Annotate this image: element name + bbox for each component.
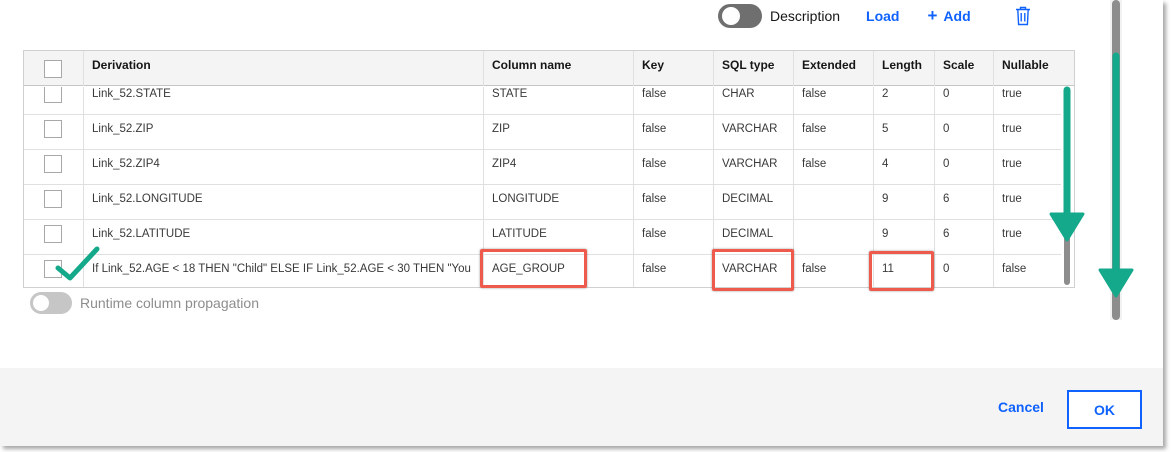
- extended-cell[interactable]: false: [794, 255, 874, 287]
- row-checkbox[interactable]: [44, 155, 62, 173]
- column-name-cell[interactable]: ZIP: [484, 115, 634, 149]
- key-cell[interactable]: false: [634, 220, 714, 254]
- load-button[interactable]: Load: [866, 8, 899, 24]
- header-nullable[interactable]: Nullable: [994, 51, 1074, 86]
- derivation-cell[interactable]: If Link_52.AGE < 18 THEN "Child" ELSE IF…: [84, 255, 484, 287]
- nullable-cell[interactable]: true: [994, 87, 1061, 114]
- scale-cell[interactable]: 0: [935, 115, 994, 149]
- description-label: Description: [770, 8, 841, 24]
- runtime-propagation-label: Runtime column propagation: [80, 295, 259, 311]
- length-cell[interactable]: 5: [874, 115, 935, 149]
- table-header: Derivation Column name Key SQL type Exte…: [24, 51, 1074, 86]
- header-extended[interactable]: Extended: [794, 51, 874, 86]
- scale-cell[interactable]: 6: [935, 220, 994, 254]
- plus-icon: +: [927, 6, 938, 25]
- table-row[interactable]: Link_52.ZIP4 ZIP4 false VARCHAR false 4 …: [24, 150, 1061, 185]
- derivation-cell[interactable]: Link_52.LATITUDE: [84, 220, 484, 254]
- add-button[interactable]: + Add: [927, 6, 970, 26]
- sql-type-cell[interactable]: DECIMAL: [714, 185, 794, 219]
- length-cell[interactable]: 2: [874, 87, 935, 114]
- dialog: Description Load + Add Derivation Column…: [0, 0, 1163, 446]
- row-checkbox[interactable]: [44, 87, 62, 103]
- nullable-cell[interactable]: true: [994, 150, 1061, 184]
- delete-button[interactable]: [1013, 5, 1033, 27]
- row-checkbox[interactable]: [44, 260, 62, 278]
- ok-button[interactable]: OK: [1067, 390, 1142, 429]
- scale-cell[interactable]: 6: [935, 185, 994, 219]
- extended-cell[interactable]: [794, 185, 874, 219]
- trash-icon: [1015, 6, 1030, 26]
- highlight-box-column-name: [480, 249, 587, 288]
- length-cell[interactable]: 9: [874, 220, 935, 254]
- extended-cell[interactable]: [794, 220, 874, 254]
- table-row[interactable]: Link_52.STATE STATE false CHAR false 2 0…: [24, 87, 1061, 115]
- table-row[interactable]: Link_52.LONGITUDE LONGITUDE false DECIMA…: [24, 185, 1061, 220]
- select-all-checkbox[interactable]: [44, 60, 62, 78]
- runtime-propagation-toggle[interactable]: [30, 292, 72, 314]
- toggle-knob: [722, 7, 740, 25]
- cancel-button[interactable]: Cancel: [998, 399, 1044, 415]
- key-cell[interactable]: false: [634, 150, 714, 184]
- header-length[interactable]: Length: [874, 51, 935, 86]
- header-derivation[interactable]: Derivation: [84, 51, 484, 86]
- header-sql-type[interactable]: SQL type: [714, 51, 794, 86]
- column-name-cell[interactable]: LONGITUDE: [484, 185, 634, 219]
- row-checkbox[interactable]: [44, 225, 62, 243]
- sql-type-cell[interactable]: VARCHAR: [714, 115, 794, 149]
- table-scrollbar[interactable]: [1062, 87, 1072, 285]
- nullable-cell[interactable]: true: [994, 185, 1061, 219]
- nullable-cell[interactable]: true: [994, 220, 1061, 254]
- dialog-scrollbar-thumb[interactable]: [1112, 0, 1120, 320]
- key-cell[interactable]: false: [634, 87, 714, 114]
- row-checkbox[interactable]: [44, 120, 62, 138]
- derivation-cell[interactable]: Link_52.LONGITUDE: [84, 185, 484, 219]
- description-toggle[interactable]: [718, 4, 762, 28]
- dialog-scrollbar[interactable]: [1110, 0, 1122, 320]
- key-cell[interactable]: false: [634, 185, 714, 219]
- table-row[interactable]: Link_52.ZIP ZIP false VARCHAR false 5 0 …: [24, 115, 1061, 150]
- length-cell[interactable]: 9: [874, 185, 935, 219]
- toggle-knob: [33, 295, 49, 311]
- derivation-cell[interactable]: Link_52.ZIP: [84, 115, 484, 149]
- header-scale[interactable]: Scale: [935, 51, 994, 86]
- runtime-propagation: Runtime column propagation: [30, 292, 259, 314]
- key-cell[interactable]: false: [634, 115, 714, 149]
- dialog-footer: Cancel OK: [0, 368, 1163, 446]
- highlight-box-sql-type: [712, 249, 794, 291]
- header-column-name[interactable]: Column name: [484, 51, 634, 86]
- length-cell[interactable]: 4: [874, 150, 935, 184]
- scale-cell[interactable]: 0: [935, 150, 994, 184]
- sql-type-cell[interactable]: CHAR: [714, 87, 794, 114]
- derivation-cell[interactable]: Link_52.ZIP4: [84, 150, 484, 184]
- extended-cell[interactable]: false: [794, 87, 874, 114]
- select-all-cell: [24, 51, 84, 86]
- sql-type-cell[interactable]: VARCHAR: [714, 150, 794, 184]
- extended-cell[interactable]: false: [794, 115, 874, 149]
- nullable-cell[interactable]: false: [994, 255, 1061, 287]
- column-name-cell[interactable]: STATE: [484, 87, 634, 114]
- nullable-cell[interactable]: true: [994, 115, 1061, 149]
- scale-cell[interactable]: 0: [935, 87, 994, 114]
- extended-cell[interactable]: false: [794, 150, 874, 184]
- toolbar: Description Load + Add: [718, 4, 1033, 28]
- derivation-cell[interactable]: Link_52.STATE: [84, 87, 484, 114]
- add-label: Add: [943, 8, 971, 24]
- scale-cell[interactable]: 0: [935, 255, 994, 287]
- key-cell[interactable]: false: [634, 255, 714, 287]
- header-key[interactable]: Key: [634, 51, 714, 86]
- column-name-cell[interactable]: ZIP4: [484, 150, 634, 184]
- row-checkbox[interactable]: [44, 190, 62, 208]
- highlight-box-length: [869, 251, 934, 291]
- table-scrollbar-thumb[interactable]: [1064, 227, 1070, 285]
